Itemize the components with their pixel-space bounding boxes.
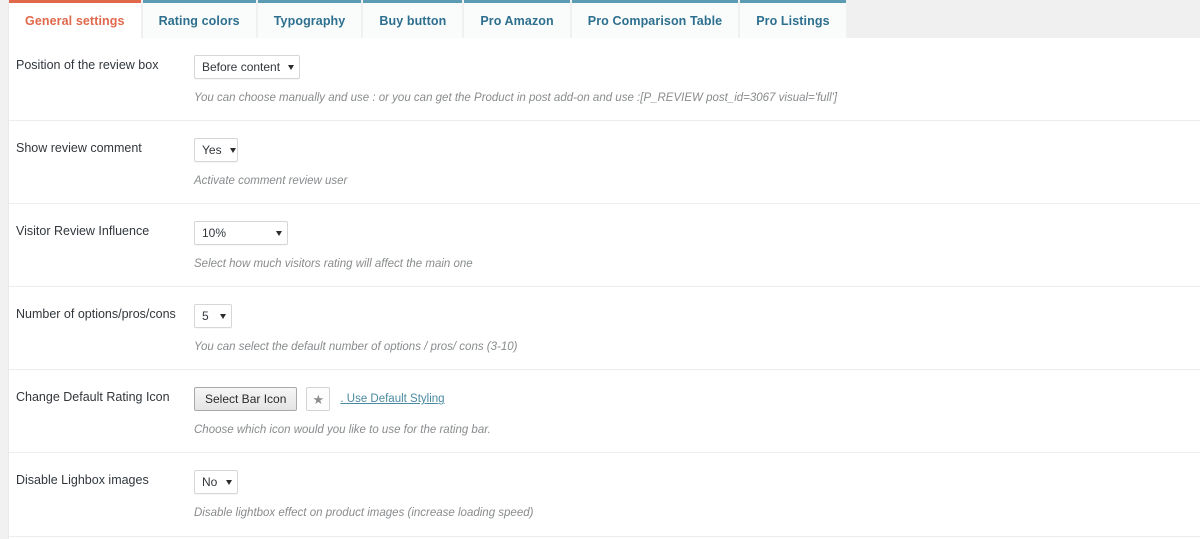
setting-label: Position of the review box xyxy=(16,58,159,72)
chevron-down-icon xyxy=(226,479,232,485)
setting-row-visitor-review-influence: Visitor Review Influence 10% Select how … xyxy=(9,204,1200,288)
setting-label: Visitor Review Influence xyxy=(16,224,150,239)
tab-label: Pro Amazon xyxy=(480,13,554,28)
setting-label: Show review comment xyxy=(16,141,142,156)
setting-description: Activate comment review user xyxy=(194,175,348,188)
tab-pro-listings[interactable]: Pro Listings xyxy=(740,0,846,38)
tab-label: Pro Listings xyxy=(756,13,830,28)
select-value: No xyxy=(202,475,218,490)
show-review-comment-select[interactable]: Yes xyxy=(194,138,238,163)
tab-label: Buy button xyxy=(379,13,447,28)
general-settings-form: Position of the review box Before conten… xyxy=(9,38,1200,539)
setting-label: Number of options/pros/cons xyxy=(16,307,176,322)
position-of-the-review-box-select[interactable]: Before content xyxy=(194,55,300,79)
tab-label: General settings xyxy=(25,13,125,28)
setting-description: Disable lightbox effect on product image… xyxy=(194,507,534,520)
setting-label: Change Default Rating Icon xyxy=(16,390,170,405)
setting-row-change-default-rating-icon: Change Default Rating Icon Select Bar Ic… xyxy=(9,370,1200,454)
setting-description: You can choose manually and use : or you… xyxy=(194,92,838,104)
tab-rating-colors[interactable]: Rating colors xyxy=(142,0,256,38)
tab-pro-comparison-table[interactable]: Pro Comparison Table xyxy=(571,0,739,38)
select-value: 5 xyxy=(202,309,209,324)
setting-description: You can select the default number of opt… xyxy=(194,341,518,354)
setting-row-position-of-the-review-box: Position of the review box Before conten… xyxy=(9,38,1200,122)
select-value: 10% xyxy=(202,226,227,241)
chevron-down-icon xyxy=(288,64,295,70)
use-default-styling-link[interactable]: . Use Default Styling xyxy=(340,393,444,405)
setting-row-disable-lighbox-images: Disable Lighbox images No Disable lightb… xyxy=(9,453,1200,537)
tab-buy-button[interactable]: Buy button xyxy=(363,0,463,38)
setting-row-number-of-options-pros-cons: Number of options/pros/cons 5 You can se… xyxy=(9,287,1200,371)
tab-general-settings[interactable]: General settings xyxy=(9,0,141,38)
tab-label: Typography xyxy=(273,13,346,28)
select-value: Before content xyxy=(202,60,281,74)
tab-pro-amazon[interactable]: Pro Amazon xyxy=(464,0,570,38)
settings-tab-bar: General settings Rating colors Typograph… xyxy=(9,0,1200,38)
left-gutter xyxy=(0,0,9,539)
setting-description: Select how much visitors rating will aff… xyxy=(194,258,473,271)
setting-label: Disable Lighbox images xyxy=(16,473,149,488)
setting-row-show-review-comment: Show review comment Yes Activate comment… xyxy=(9,121,1200,205)
current-rating-icon-preview[interactable]: ★ xyxy=(306,387,331,412)
tab-label: Rating colors xyxy=(158,13,240,28)
disable-lightbox-images-select[interactable]: No xyxy=(194,470,238,495)
visitor-review-influence-select[interactable]: 10% xyxy=(194,221,288,246)
chevron-down-icon xyxy=(220,313,226,319)
tab-label: Pro Comparison Table xyxy=(587,13,723,28)
select-value: Yes xyxy=(202,143,222,158)
setting-description: Choose which icon would you like to use … xyxy=(194,424,491,437)
settings-page: General settings Rating colors Typograph… xyxy=(0,0,1200,539)
chevron-down-icon xyxy=(229,147,236,153)
select-bar-icon-button[interactable]: Select Bar Icon xyxy=(194,387,298,412)
star-icon: ★ xyxy=(312,391,325,407)
chevron-down-icon xyxy=(276,230,282,236)
number-of-options-select[interactable]: 5 xyxy=(194,304,232,329)
tab-typography[interactable]: Typography xyxy=(257,0,362,38)
tab-bar-filler xyxy=(847,0,1200,38)
